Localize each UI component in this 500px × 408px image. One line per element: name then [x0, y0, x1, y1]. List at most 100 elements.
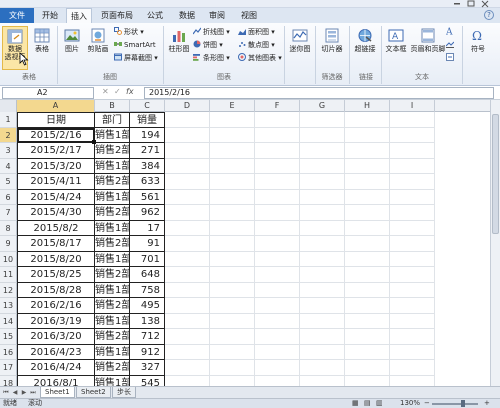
window-controls[interactable]: [452, 0, 492, 8]
empty-cell[interactable]: [345, 267, 390, 283]
empty-cell[interactable]: [300, 251, 345, 267]
sales-cell[interactable]: 962: [130, 205, 165, 221]
help-icon[interactable]: ?: [484, 10, 494, 20]
empty-cell[interactable]: [345, 313, 390, 329]
empty-cell[interactable]: [165, 360, 210, 376]
empty-cell[interactable]: [255, 251, 300, 267]
empty-cell[interactable]: [255, 205, 300, 221]
empty-cell[interactable]: [390, 189, 435, 205]
empty-cell[interactable]: [210, 267, 255, 283]
row-header[interactable]: 12: [0, 282, 17, 298]
cancel-icon[interactable]: ✕: [102, 87, 109, 96]
date-cell[interactable]: 2016/2/16: [17, 298, 95, 314]
date-cell[interactable]: 2015/3/20: [17, 158, 95, 174]
date-cell[interactable]: 2015/8/25: [17, 267, 95, 283]
next-sheet-icon[interactable]: ▶: [20, 389, 28, 397]
insert-function-icon[interactable]: fx: [126, 87, 134, 96]
empty-cell[interactable]: [165, 267, 210, 283]
row-header[interactable]: 9: [0, 236, 17, 252]
department-cell[interactable]: 销售1部: [95, 158, 130, 174]
empty-cell[interactable]: [390, 236, 435, 252]
empty-cell[interactable]: [300, 143, 345, 159]
sales-cell[interactable]: 545: [130, 375, 165, 386]
empty-cell[interactable]: [390, 360, 435, 376]
empty-cell[interactable]: [255, 220, 300, 236]
empty-cell[interactable]: [210, 360, 255, 376]
row-header[interactable]: 13: [0, 298, 17, 314]
empty-cell[interactable]: [345, 112, 390, 128]
empty-cell[interactable]: [345, 236, 390, 252]
area-chart-button[interactable]: 面积图 ▾: [238, 27, 275, 37]
sales-cell[interactable]: 138: [130, 313, 165, 329]
empty-cell[interactable]: [255, 344, 300, 360]
name-box[interactable]: A2: [2, 87, 94, 99]
table-button[interactable]: 表格: [32, 28, 52, 68]
empty-cell[interactable]: [210, 329, 255, 345]
zoom-out-icon[interactable]: −: [424, 399, 430, 408]
empty-cell[interactable]: [210, 112, 255, 128]
empty-cell[interactable]: [345, 220, 390, 236]
date-cell[interactable]: 2016/4/24: [17, 360, 95, 376]
empty-cell[interactable]: [255, 158, 300, 174]
sales-cell[interactable]: 271: [130, 143, 165, 159]
screenshot-button[interactable]: 屏幕截图 ▾: [114, 53, 158, 63]
sparklines-button[interactable]: 迷你图: [287, 28, 313, 68]
empty-cell[interactable]: [255, 329, 300, 345]
empty-cell[interactable]: [300, 298, 345, 314]
empty-cell[interactable]: [165, 174, 210, 190]
empty-cell[interactable]: [255, 282, 300, 298]
date-cell[interactable]: 2015/2/16: [17, 127, 95, 143]
date-cell[interactable]: 2016/3/20: [17, 329, 95, 345]
row-header[interactable]: 18: [0, 375, 17, 386]
date-cell[interactable]: 2015/8/2: [17, 220, 95, 236]
row-header[interactable]: 6: [0, 189, 17, 205]
header-cell[interactable]: 销量: [130, 112, 165, 128]
column-header-i[interactable]: I: [390, 100, 435, 112]
vertical-scrollbar[interactable]: [490, 100, 500, 386]
empty-cell[interactable]: [345, 251, 390, 267]
empty-cell[interactable]: [255, 375, 300, 386]
empty-cell[interactable]: [165, 205, 210, 221]
empty-cell[interactable]: [345, 298, 390, 314]
formula-input[interactable]: 2015/2/16: [144, 87, 494, 99]
department-cell[interactable]: 销售2部: [95, 143, 130, 159]
empty-cell[interactable]: [390, 174, 435, 190]
slicer-button[interactable]: 切片器: [318, 28, 346, 68]
department-cell[interactable]: 销售2部: [95, 236, 130, 252]
empty-cell[interactable]: [300, 189, 345, 205]
page-break-view-icon[interactable]: ▥: [376, 399, 383, 408]
scroll-thumb[interactable]: [492, 114, 499, 234]
empty-cell[interactable]: [390, 329, 435, 345]
sales-cell[interactable]: 912: [130, 344, 165, 360]
empty-cell[interactable]: [255, 267, 300, 283]
zoom-slider[interactable]: [432, 403, 478, 405]
department-cell[interactable]: 销售1部: [95, 220, 130, 236]
page-layout-view-icon[interactable]: ▤: [364, 399, 371, 408]
row-header[interactable]: 8: [0, 220, 17, 236]
empty-cell[interactable]: [165, 127, 210, 143]
date-cell[interactable]: 2015/2/17: [17, 143, 95, 159]
empty-cell[interactable]: [165, 313, 210, 329]
wordart-button[interactable]: A: [446, 27, 456, 36]
empty-cell[interactable]: [300, 127, 345, 143]
empty-cell[interactable]: [210, 220, 255, 236]
empty-cell[interactable]: [345, 329, 390, 345]
empty-cell[interactable]: [345, 158, 390, 174]
hyperlink-button[interactable]: 超链接: [352, 28, 378, 68]
shapes-button[interactable]: 形状 ▾: [114, 27, 144, 37]
object-button[interactable]: [446, 53, 456, 62]
date-cell[interactable]: 2015/8/28: [17, 282, 95, 298]
empty-cell[interactable]: [300, 329, 345, 345]
header-cell[interactable]: 日期: [17, 112, 95, 128]
empty-cell[interactable]: [345, 205, 390, 221]
empty-cell[interactable]: [390, 344, 435, 360]
empty-cell[interactable]: [345, 189, 390, 205]
empty-cell[interactable]: [345, 282, 390, 298]
sales-cell[interactable]: 701: [130, 251, 165, 267]
sales-cell[interactable]: 17: [130, 220, 165, 236]
empty-cell[interactable]: [300, 375, 345, 386]
department-cell[interactable]: 销售2部: [95, 267, 130, 283]
sales-cell[interactable]: 91: [130, 236, 165, 252]
row-header[interactable]: 17: [0, 360, 17, 376]
sales-cell[interactable]: 327: [130, 360, 165, 376]
